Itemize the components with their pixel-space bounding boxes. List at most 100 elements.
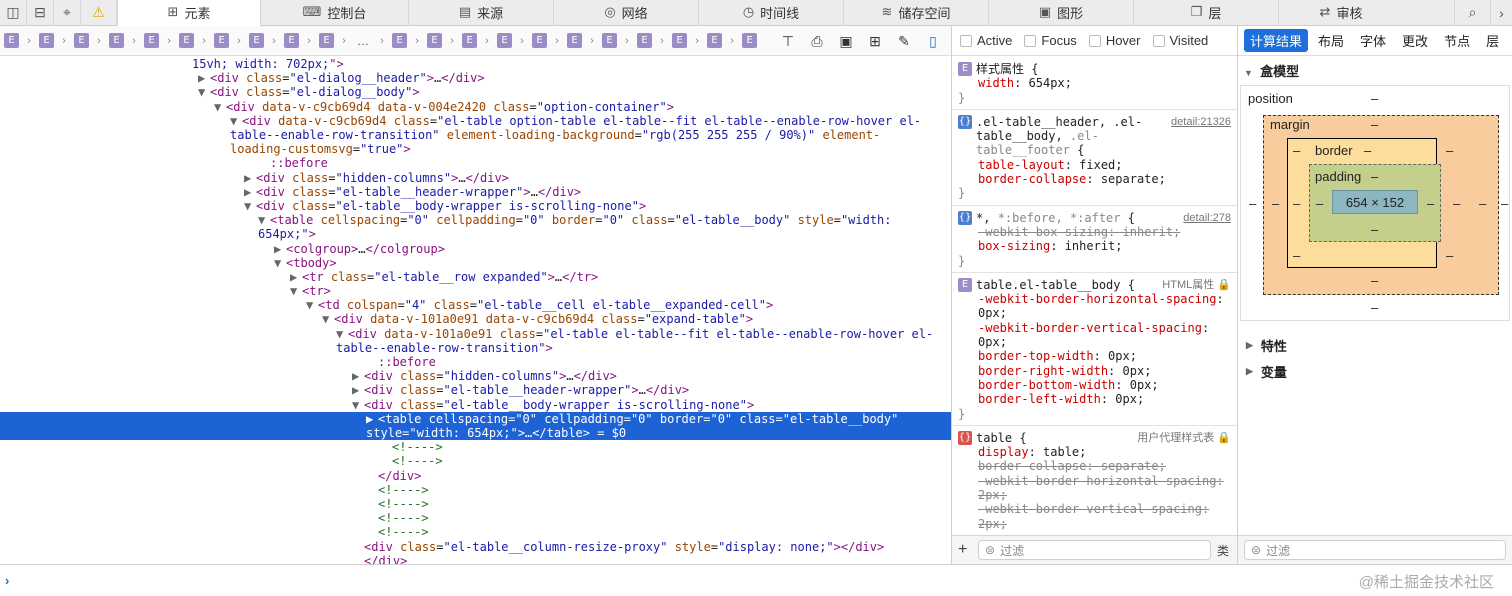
border-bottom-value[interactable]: –: [1293, 248, 1300, 263]
tab-audit[interactable]: ⇄ 审核: [1278, 0, 1403, 26]
breadcrumb-element[interactable]: E: [179, 33, 194, 48]
breadcrumb-ellipsis[interactable]: …: [354, 34, 372, 48]
declaration[interactable]: border-top-width: 0px;: [958, 349, 1231, 363]
sidebar-tab[interactable]: 层: [1480, 29, 1505, 52]
dom-node[interactable]: ▼ <div data-v-c9cb69d4 class="el-table op…: [0, 114, 951, 157]
declaration[interactable]: border-collapse: separate;: [958, 172, 1231, 186]
computed-filter-input[interactable]: ⊜ 过滤: [1244, 540, 1506, 560]
breadcrumb-element[interactable]: E: [497, 33, 512, 48]
breadcrumb-element[interactable]: E: [462, 33, 477, 48]
appearance-icon[interactable]: ▣: [836, 31, 856, 51]
border-left-value[interactable]: –: [1293, 196, 1300, 211]
breadcrumb-element[interactable]: E: [567, 33, 582, 48]
margin-left-value[interactable]: –: [1272, 196, 1279, 211]
state-active-checkbox[interactable]: Active: [960, 33, 1012, 48]
breadcrumb-element[interactable]: E: [707, 33, 722, 48]
class-toggle-button[interactable]: 类: [1217, 542, 1237, 559]
breadcrumb-element[interactable]: E: [602, 33, 617, 48]
breadcrumb-element[interactable]: E: [532, 33, 547, 48]
dom-node[interactable]: ::before: [0, 355, 951, 369]
dom-node[interactable]: ▼ <div class="el-table__body-wrapper is-s…: [0, 199, 951, 213]
dom-node[interactable]: <!---->: [0, 497, 951, 511]
dom-node[interactable]: ▶ <div class="hidden-columns">…</div>: [0, 171, 951, 185]
box-model-header[interactable]: ▼ 盒模型: [1244, 61, 1299, 80]
style-rule[interactable]: HTML属性 🔒 Etable.el-table__body { -webkit…: [952, 273, 1237, 426]
breadcrumb-element[interactable]: E: [284, 33, 299, 48]
more-icon[interactable]: ›: [1490, 0, 1512, 26]
margin-right-value[interactable]: –: [1479, 196, 1486, 211]
breadcrumb-element[interactable]: E: [39, 33, 54, 48]
declaration[interactable]: -webkit-box-sizing: inherit;: [958, 225, 1231, 239]
tab-layers[interactable]: ❐ 层: [1133, 0, 1278, 26]
border-bottom-right-value[interactable]: –: [1446, 248, 1453, 263]
tab-storage[interactable]: ≋ 储存空间: [843, 0, 988, 26]
breadcrumb-element[interactable]: E: [109, 33, 124, 48]
style-rule[interactable]: E 样式属性 { width: 654px; }: [952, 57, 1237, 110]
dom-node[interactable]: <!---->: [0, 483, 951, 497]
tab-console[interactable]: ⌨ 控制台: [260, 0, 408, 26]
tab-graphics[interactable]: ▣ 图形: [988, 0, 1133, 26]
dom-node[interactable]: ▶ <div class="el-table__header-wrapper">……: [0, 383, 951, 397]
dom-node[interactable]: ::before: [0, 156, 951, 170]
warning-icon[interactable]: ⚠: [81, 0, 117, 26]
dom-tree[interactable]: 15vh; width: 702px;"> ▶ <div class="el-dia…: [0, 57, 951, 564]
sidebar-tab[interactable]: 字体: [1354, 29, 1392, 52]
padding-bottom-value[interactable]: –: [1371, 222, 1378, 237]
position-right-value[interactable]: –: [1501, 196, 1508, 211]
position-top-value[interactable]: –: [1371, 91, 1378, 106]
declaration[interactable]: display: table;: [958, 445, 1231, 459]
dom-node[interactable]: <!---->: [0, 525, 951, 539]
grid-icon[interactable]: ⊞: [865, 31, 885, 51]
declaration[interactable]: border-bottom-width: 0px;: [958, 378, 1231, 392]
breadcrumb-element[interactable]: E: [74, 33, 89, 48]
dom-node[interactable]: ▶ <div class="el-table__header-wrapper">……: [0, 185, 951, 199]
rule-source-link[interactable]: detail:278: [1183, 211, 1231, 225]
position-left-value[interactable]: –: [1249, 196, 1256, 211]
border-right-value[interactable]: –: [1453, 196, 1460, 211]
dom-node[interactable]: ▼ <div class="el-dialog__body">: [0, 85, 951, 99]
dom-node[interactable]: ▼ <td colspan="4" class="el-table__cell e…: [0, 298, 951, 312]
declaration[interactable]: border-left-width: 0px;: [958, 392, 1231, 406]
properties-section[interactable]: ▶ 特性: [1246, 336, 1287, 355]
breadcrumb-element[interactable]: E: [672, 33, 687, 48]
brush-icon[interactable]: ✎: [894, 31, 914, 51]
search-icon[interactable]: ⌕: [1454, 0, 1490, 26]
style-rule[interactable]: 用户代理样式表 🔒 {} table { display: table; bord…: [952, 426, 1237, 535]
sidebar-tab[interactable]: 节点: [1438, 29, 1476, 52]
layout-overlay-icon[interactable]: ⊤: [778, 31, 798, 51]
styles-filter-input[interactable]: ⊜ 过滤: [978, 540, 1211, 560]
breadcrumb-element[interactable]: E: [742, 33, 757, 48]
dom-node[interactable]: ▼ <div data-v-c9cb69d4 data-v-004e2420 cl…: [0, 100, 951, 114]
dom-node[interactable]: <!---->: [0, 454, 951, 468]
breadcrumb-element[interactable]: E: [637, 33, 652, 48]
panel-divider[interactable]: [1237, 26, 1238, 564]
content-box[interactable]: 654 × 152: [1332, 190, 1418, 214]
dom-node[interactable]: ▼ <div data-v-101a0e91 class="el-table el…: [0, 327, 951, 355]
dom-node[interactable]: ▼ <table cellspacing="0" cellpadding="0" …: [0, 213, 951, 241]
padding-right-value[interactable]: –: [1427, 196, 1434, 211]
position-bottom-value[interactable]: –: [1371, 300, 1378, 315]
border-top-right-value[interactable]: –: [1446, 143, 1453, 158]
print-styles-icon[interactable]: ⎙: [807, 31, 827, 51]
selected-dom-node[interactable]: ▶ <table cellspacing="0" cellpadding="0" …: [0, 411, 951, 441]
variables-section[interactable]: ▶ 变量: [1246, 362, 1287, 381]
breadcrumb-element[interactable]: E: [319, 33, 334, 48]
tab-sources[interactable]: ▤ 来源: [408, 0, 553, 26]
state-hover-checkbox[interactable]: Hover: [1088, 33, 1141, 48]
breadcrumb-element[interactable]: E: [144, 33, 159, 48]
style-rule[interactable]: detail:278 {} *, *:before, *:after { -web…: [952, 206, 1237, 273]
margin-top-value[interactable]: –: [1371, 117, 1378, 132]
border-top-value[interactable]: –: [1364, 143, 1371, 158]
declaration[interactable]: border-collapse: separate;: [958, 459, 1231, 473]
dom-node[interactable]: ▶ <tr class="el-table__row expanded">…</t…: [0, 270, 951, 284]
dom-node[interactable]: </div>: [0, 554, 951, 564]
padding-top-value[interactable]: –: [1371, 169, 1378, 184]
dock-side-icon[interactable]: ◫: [0, 0, 27, 26]
element-picker-icon[interactable]: ⌖: [54, 0, 81, 26]
sidebar-tab[interactable]: 计算结果: [1244, 29, 1309, 52]
dom-node[interactable]: ▼ <div data-v-101a0e91 data-v-c9cb69d4 cl…: [0, 312, 951, 326]
state-visited-checkbox[interactable]: Visited: [1152, 33, 1208, 48]
breadcrumb-element[interactable]: E: [4, 33, 19, 48]
state-focus-checkbox[interactable]: Focus: [1024, 33, 1077, 48]
tab-network[interactable]: ◎ 网络: [553, 0, 698, 26]
